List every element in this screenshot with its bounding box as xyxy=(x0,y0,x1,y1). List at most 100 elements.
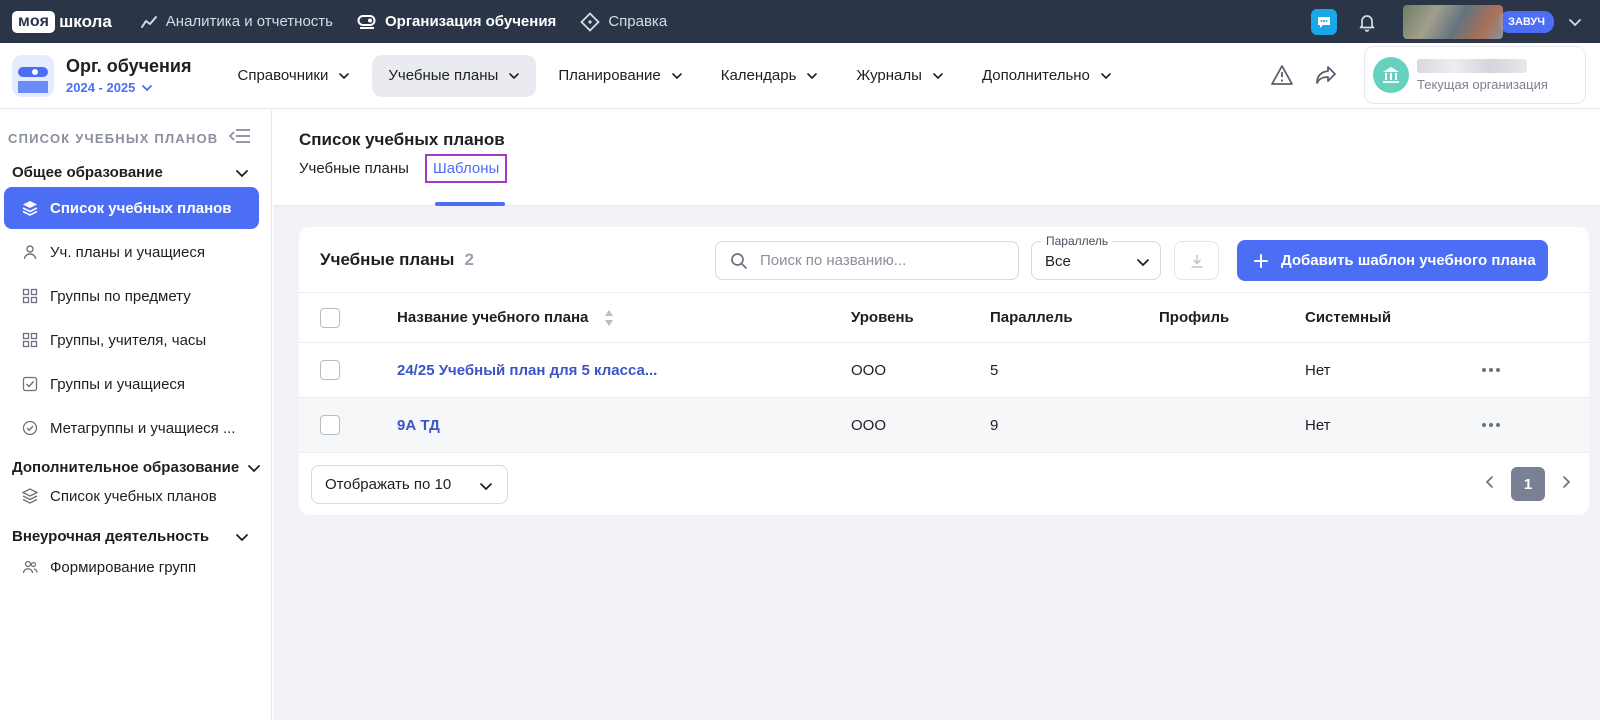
sidebar-item-label: Группы и учащиеся xyxy=(50,375,186,393)
per-page-select[interactable]: Отображать по 10 xyxy=(311,465,508,504)
plus-icon xyxy=(1254,253,1268,268)
chevron-down-icon xyxy=(236,533,248,541)
sidebar-item-subject-groups[interactable]: Группы по предмету xyxy=(4,275,259,317)
organization-subtitle: Текущая организация xyxy=(1417,76,1548,92)
check-circle-icon xyxy=(22,420,38,436)
menu-curricula-label: Учебные планы xyxy=(388,67,499,84)
column-parallel: Параллель xyxy=(990,309,1073,326)
menu-calendar[interactable]: Календарь xyxy=(705,55,835,97)
prev-page-button[interactable] xyxy=(1483,475,1497,493)
page-header: Список учебных планов Учебные планы Шабл… xyxy=(273,110,1600,206)
menu-additional[interactable]: Дополнительно xyxy=(966,55,1128,97)
module-title: Орг. обучения xyxy=(66,56,192,76)
search-box[interactable] xyxy=(715,241,1019,280)
page-number-button[interactable]: 1 xyxy=(1511,467,1545,501)
sort-icon[interactable] xyxy=(604,309,614,327)
sidebar-section-extracurricular[interactable]: Внеурочная деятельность xyxy=(0,528,271,545)
sidebar-item-metagroups[interactable]: Метагруппы и учащиеся ... xyxy=(4,407,259,449)
sidebar-item-group-formation[interactable]: Формирование групп xyxy=(4,551,259,583)
notifications-button[interactable] xyxy=(1357,12,1377,32)
current-organization-card[interactable]: Текущая организация xyxy=(1364,46,1586,104)
collapse-sidebar-button[interactable] xyxy=(228,128,251,148)
user-avatar[interactable] xyxy=(1403,4,1504,39)
toggle-icon xyxy=(357,14,376,29)
next-page-button[interactable] xyxy=(1559,475,1573,493)
sidebar-section-additional-title: Дополнительное образование xyxy=(12,459,240,476)
table-row[interactable]: 9А ТД ООО 9 Нет xyxy=(299,398,1589,453)
year-selector[interactable]: 2024 - 2025 xyxy=(66,80,191,95)
cell-system: Нет xyxy=(1305,416,1331,434)
tabs: Учебные планы Шаблоны xyxy=(299,154,508,183)
sidebar-item-label: Группы по предмету xyxy=(50,287,191,305)
sidebar-item-label: Формирование групп xyxy=(50,558,197,576)
chevron-down-icon xyxy=(236,169,248,177)
table-row[interactable]: 24/25 Учебный план для 5 класса... ООО 5… xyxy=(299,343,1589,398)
sidebar-item-label: Метагруппы и учащиеся ... xyxy=(50,419,236,437)
main-content: Список учебных планов Учебные планы Шабл… xyxy=(273,110,1600,720)
sidebar-section-general[interactable]: Общее образование xyxy=(0,164,271,181)
curriculum-link[interactable]: 9А ТД xyxy=(397,417,440,434)
sidebar-section-additional[interactable]: Дополнительное образование xyxy=(0,459,271,476)
menu-planning-label: Планирование xyxy=(558,67,661,84)
menu-references-label: Справочники xyxy=(237,67,329,84)
sidebar-item-plans-students[interactable]: Уч. планы и учащиеся xyxy=(4,231,259,273)
sidebar-item-additional-curricula[interactable]: Список учебных планов xyxy=(4,480,259,512)
menu-journals[interactable]: Журналы xyxy=(840,55,960,97)
curriculum-link[interactable]: 24/25 Учебный план для 5 класса... xyxy=(397,362,657,379)
top-nav-organization-label: Организация обучения xyxy=(384,13,557,30)
sidebar: СПИСОК УЧЕБНЫХ ПЛАНОВ Общее образование … xyxy=(0,110,272,720)
institution-icon xyxy=(1373,57,1409,93)
sidebar-item-groups-students[interactable]: Группы и учащиеся xyxy=(4,363,259,405)
add-template-button[interactable]: Добавить шаблон учебного плана xyxy=(1237,240,1548,281)
menu-journals-label: Журналы xyxy=(856,67,922,84)
brand-logo[interactable]: моя школа xyxy=(12,10,112,33)
share-button[interactable] xyxy=(1314,64,1338,86)
chevron-down-icon xyxy=(807,72,818,79)
search-input[interactable] xyxy=(760,252,1000,269)
menu-planning[interactable]: Планирование xyxy=(542,55,698,97)
module-icon xyxy=(12,54,54,97)
row-checkbox[interactable] xyxy=(320,360,340,380)
card-count: 2 xyxy=(464,249,474,269)
chevron-down-icon xyxy=(142,84,153,91)
tab-curricula[interactable]: Учебные планы xyxy=(299,154,409,183)
sidebar-item-curricula-list[interactable]: Список учебных планов xyxy=(4,187,259,229)
menu-curricula[interactable]: Учебные планы xyxy=(372,54,537,97)
role-badge: ЗАВУЧ xyxy=(1499,10,1554,33)
menu-references[interactable]: Справочники xyxy=(221,55,366,97)
tab-templates[interactable]: Шаблоны xyxy=(424,154,508,183)
chevron-down-icon xyxy=(1569,18,1581,26)
chevron-down-icon xyxy=(933,72,943,79)
report-problem-button[interactable] xyxy=(1270,64,1294,86)
sidebar-item-label: Уч. планы и учащиеся xyxy=(50,243,206,261)
parallel-filter-value: Все xyxy=(1045,253,1071,270)
cell-parallel: 9 xyxy=(990,416,999,434)
chat-button[interactable] xyxy=(1311,8,1338,35)
sidebar-item-label: Группы, учителя, часы xyxy=(50,331,207,349)
more-actions-icon[interactable] xyxy=(1482,423,1500,427)
column-system: Системный xyxy=(1305,309,1392,326)
top-nav-help-label: Справка xyxy=(608,13,668,30)
row-checkbox[interactable] xyxy=(320,415,340,435)
sidebar-item-groups-teachers-hours[interactable]: Группы, учителя, часы xyxy=(4,319,259,361)
checkbox-icon xyxy=(22,376,38,392)
download-button[interactable] xyxy=(1174,241,1219,280)
year-selector-label: 2024 - 2025 xyxy=(66,80,136,95)
diamond-icon xyxy=(580,11,601,32)
top-nav: Аналитика и отчетность Организация обуче… xyxy=(140,11,668,32)
parallel-filter[interactable]: Параллель Все xyxy=(1031,234,1161,280)
top-nav-organization[interactable]: Организация обучения xyxy=(357,13,556,31)
top-nav-help[interactable]: Справка xyxy=(580,11,668,32)
sidebar-section-extracurricular-title: Внеурочная деятельность xyxy=(12,528,210,545)
column-name[interactable]: Название учебного плана xyxy=(397,309,614,327)
layers-icon xyxy=(22,488,38,504)
select-all-checkbox[interactable] xyxy=(320,307,340,328)
warning-icon xyxy=(1271,65,1293,85)
menu-additional-label: Дополнительно xyxy=(981,67,1090,84)
more-actions-icon[interactable] xyxy=(1482,368,1500,372)
curricula-card: Учебные планы 2 Параллель Все Добавить ш… xyxy=(299,227,1589,515)
top-nav-analytics[interactable]: Аналитика и отчетность xyxy=(140,13,333,31)
user-menu-chevron[interactable] xyxy=(1568,15,1582,29)
chevron-down-icon xyxy=(248,464,260,472)
menu-calendar-label: Календарь xyxy=(720,67,797,84)
